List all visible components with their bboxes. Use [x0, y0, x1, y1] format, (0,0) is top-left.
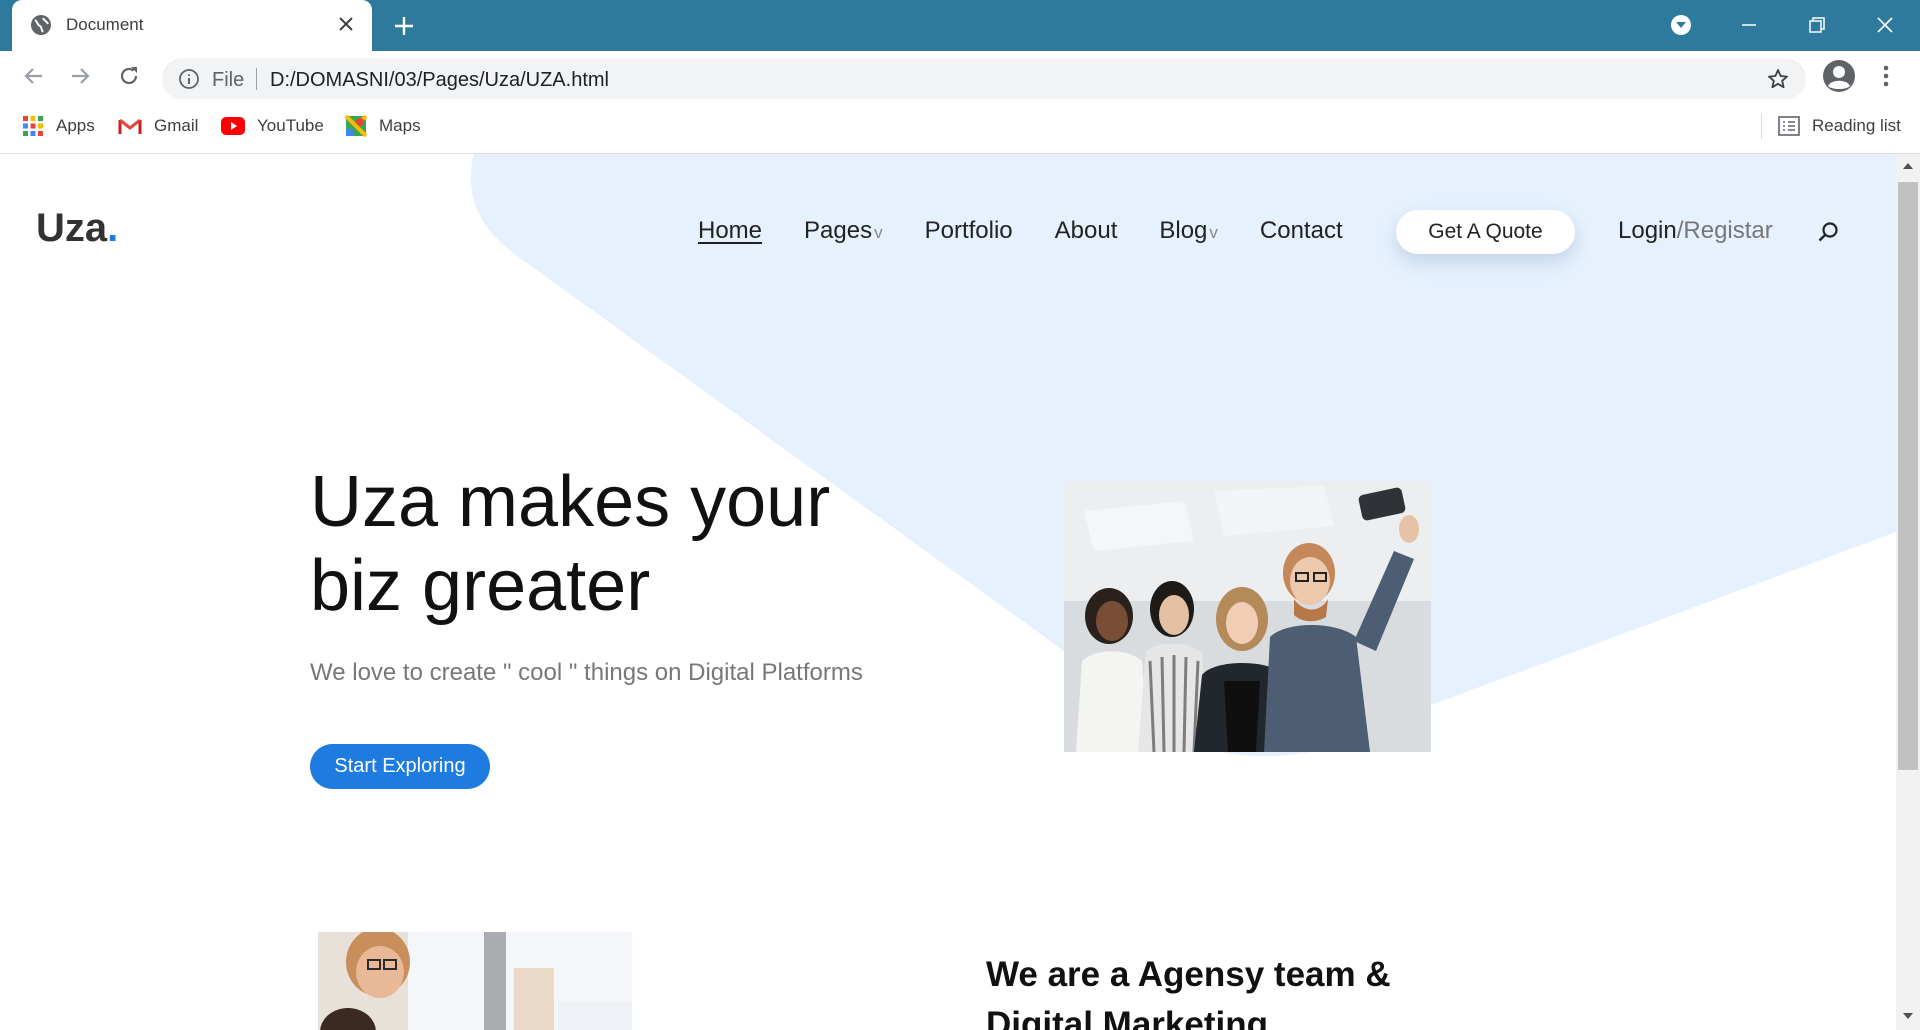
search-icon[interactable]: [1816, 220, 1840, 244]
bookmark-label: YouTube: [257, 116, 324, 135]
about-section-title: We are a Agensy team & Digital Marketing: [986, 950, 1486, 1030]
team-working-image: [318, 932, 632, 1030]
bookmark-maps[interactable]: Maps: [345, 115, 421, 137]
nav-label: Portfolio: [924, 217, 1013, 244]
reading-list-label: Reading list: [1812, 116, 1901, 135]
nav-contact[interactable]: Contact: [1260, 217, 1343, 245]
bookmark-apps[interactable]: Apps: [22, 115, 95, 137]
forward-arrow-icon[interactable]: [66, 61, 96, 91]
bookmarks-divider: [1761, 113, 1762, 139]
address-scheme: File: [212, 69, 245, 91]
nav-label: Pages: [804, 217, 873, 244]
address-separator: [256, 68, 257, 90]
plus-icon[interactable]: [390, 12, 418, 40]
bookmarks-bar: Apps Gmail YouTube Maps Reading list: [0, 99, 1920, 154]
maps-icon: [345, 115, 367, 137]
about-title-line-2: Digital Marketing: [986, 1005, 1268, 1030]
back-arrow-icon[interactable]: [18, 61, 48, 91]
browser-tab[interactable]: Document: [12, 0, 372, 51]
gmail-icon: [118, 118, 142, 134]
chevron-down-icon: v: [1209, 223, 1218, 242]
reload-icon[interactable]: [114, 61, 144, 91]
star-icon[interactable]: [1766, 67, 1790, 91]
start-exploring-button[interactable]: Start Exploring: [310, 744, 490, 789]
scrollbar-thumb[interactable]: [1898, 182, 1918, 770]
profile-dropdown-icon[interactable]: [1666, 10, 1696, 40]
scroll-up-arrow-icon[interactable]: [1900, 160, 1916, 172]
site-logo[interactable]: Uza.: [36, 206, 118, 251]
browser-tab-bar: Document: [0, 0, 1920, 51]
minimize-icon[interactable]: [1734, 10, 1764, 40]
apps-grid-icon: [23, 116, 43, 136]
hero-background-shape: [470, 154, 1896, 757]
nav-label: Home: [698, 217, 763, 244]
logo-text: Uza: [36, 206, 108, 250]
login-register-link[interactable]: Login/Registar: [1618, 217, 1773, 245]
reading-list-icon: [1778, 116, 1800, 136]
register-link[interactable]: /Registar: [1677, 217, 1773, 244]
about-title-line-1: We are a Agensy team &: [986, 955, 1391, 994]
login-link[interactable]: Login: [1618, 217, 1677, 244]
chevron-down-icon: v: [874, 223, 883, 242]
hero-title-line-2: biz greater: [310, 546, 651, 626]
reading-list[interactable]: Reading list: [1778, 115, 1901, 137]
nav-portfolio[interactable]: Portfolio: [925, 217, 1013, 245]
hero-subtitle: We love to create " cool " things on Dig…: [310, 659, 863, 686]
nav-label: About: [1054, 217, 1118, 244]
bookmark-label: Maps: [379, 116, 421, 135]
profile-avatar-icon[interactable]: [1822, 59, 1856, 93]
youtube-icon: [221, 117, 245, 135]
hero-title-line-1: Uza makes your: [310, 462, 831, 542]
address-bar[interactable]: File D:/DOMASNI/03/Pages/Uza/UZA.html: [162, 58, 1806, 100]
logo-dot: .: [107, 206, 119, 250]
bookmark-label: Apps: [56, 116, 95, 135]
hero-title: Uza makes your biz greater: [310, 460, 930, 628]
nav-pages[interactable]: Pages v: [804, 217, 883, 245]
close-icon[interactable]: [334, 12, 358, 36]
tab-title: Document: [66, 15, 144, 34]
info-icon[interactable]: [178, 68, 200, 90]
bookmark-youtube[interactable]: YouTube: [221, 115, 324, 137]
restore-icon[interactable]: [1802, 10, 1832, 40]
scroll-down-arrow-icon[interactable]: [1900, 1010, 1916, 1022]
window-close-icon[interactable]: [1870, 10, 1900, 40]
nav-label: Contact: [1259, 217, 1343, 244]
browser-toolbar: File D:/DOMASNI/03/Pages/Uza/UZA.html: [0, 51, 1920, 100]
page-viewport: Uza. Home Pages v Portfolio About Blog v C…: [0, 154, 1896, 1030]
nav-about[interactable]: About: [1055, 217, 1118, 245]
bookmark-label: Gmail: [154, 116, 199, 135]
get-a-quote-button[interactable]: Get A Quote: [1396, 210, 1575, 254]
kebab-menu-icon[interactable]: [1876, 63, 1896, 89]
nav-label: Blog: [1159, 217, 1208, 244]
bookmark-gmail[interactable]: Gmail: [118, 115, 198, 137]
main-navigation: Home Pages v Portfolio About Blog v Contac…: [698, 216, 1343, 246]
nav-blog[interactable]: Blog v: [1159, 217, 1218, 245]
nav-home[interactable]: Home: [698, 217, 762, 245]
globe-icon: [31, 15, 51, 35]
team-selfie-image: [1064, 481, 1431, 752]
address-url[interactable]: D:/DOMASNI/03/Pages/Uza/UZA.html: [270, 69, 609, 92]
